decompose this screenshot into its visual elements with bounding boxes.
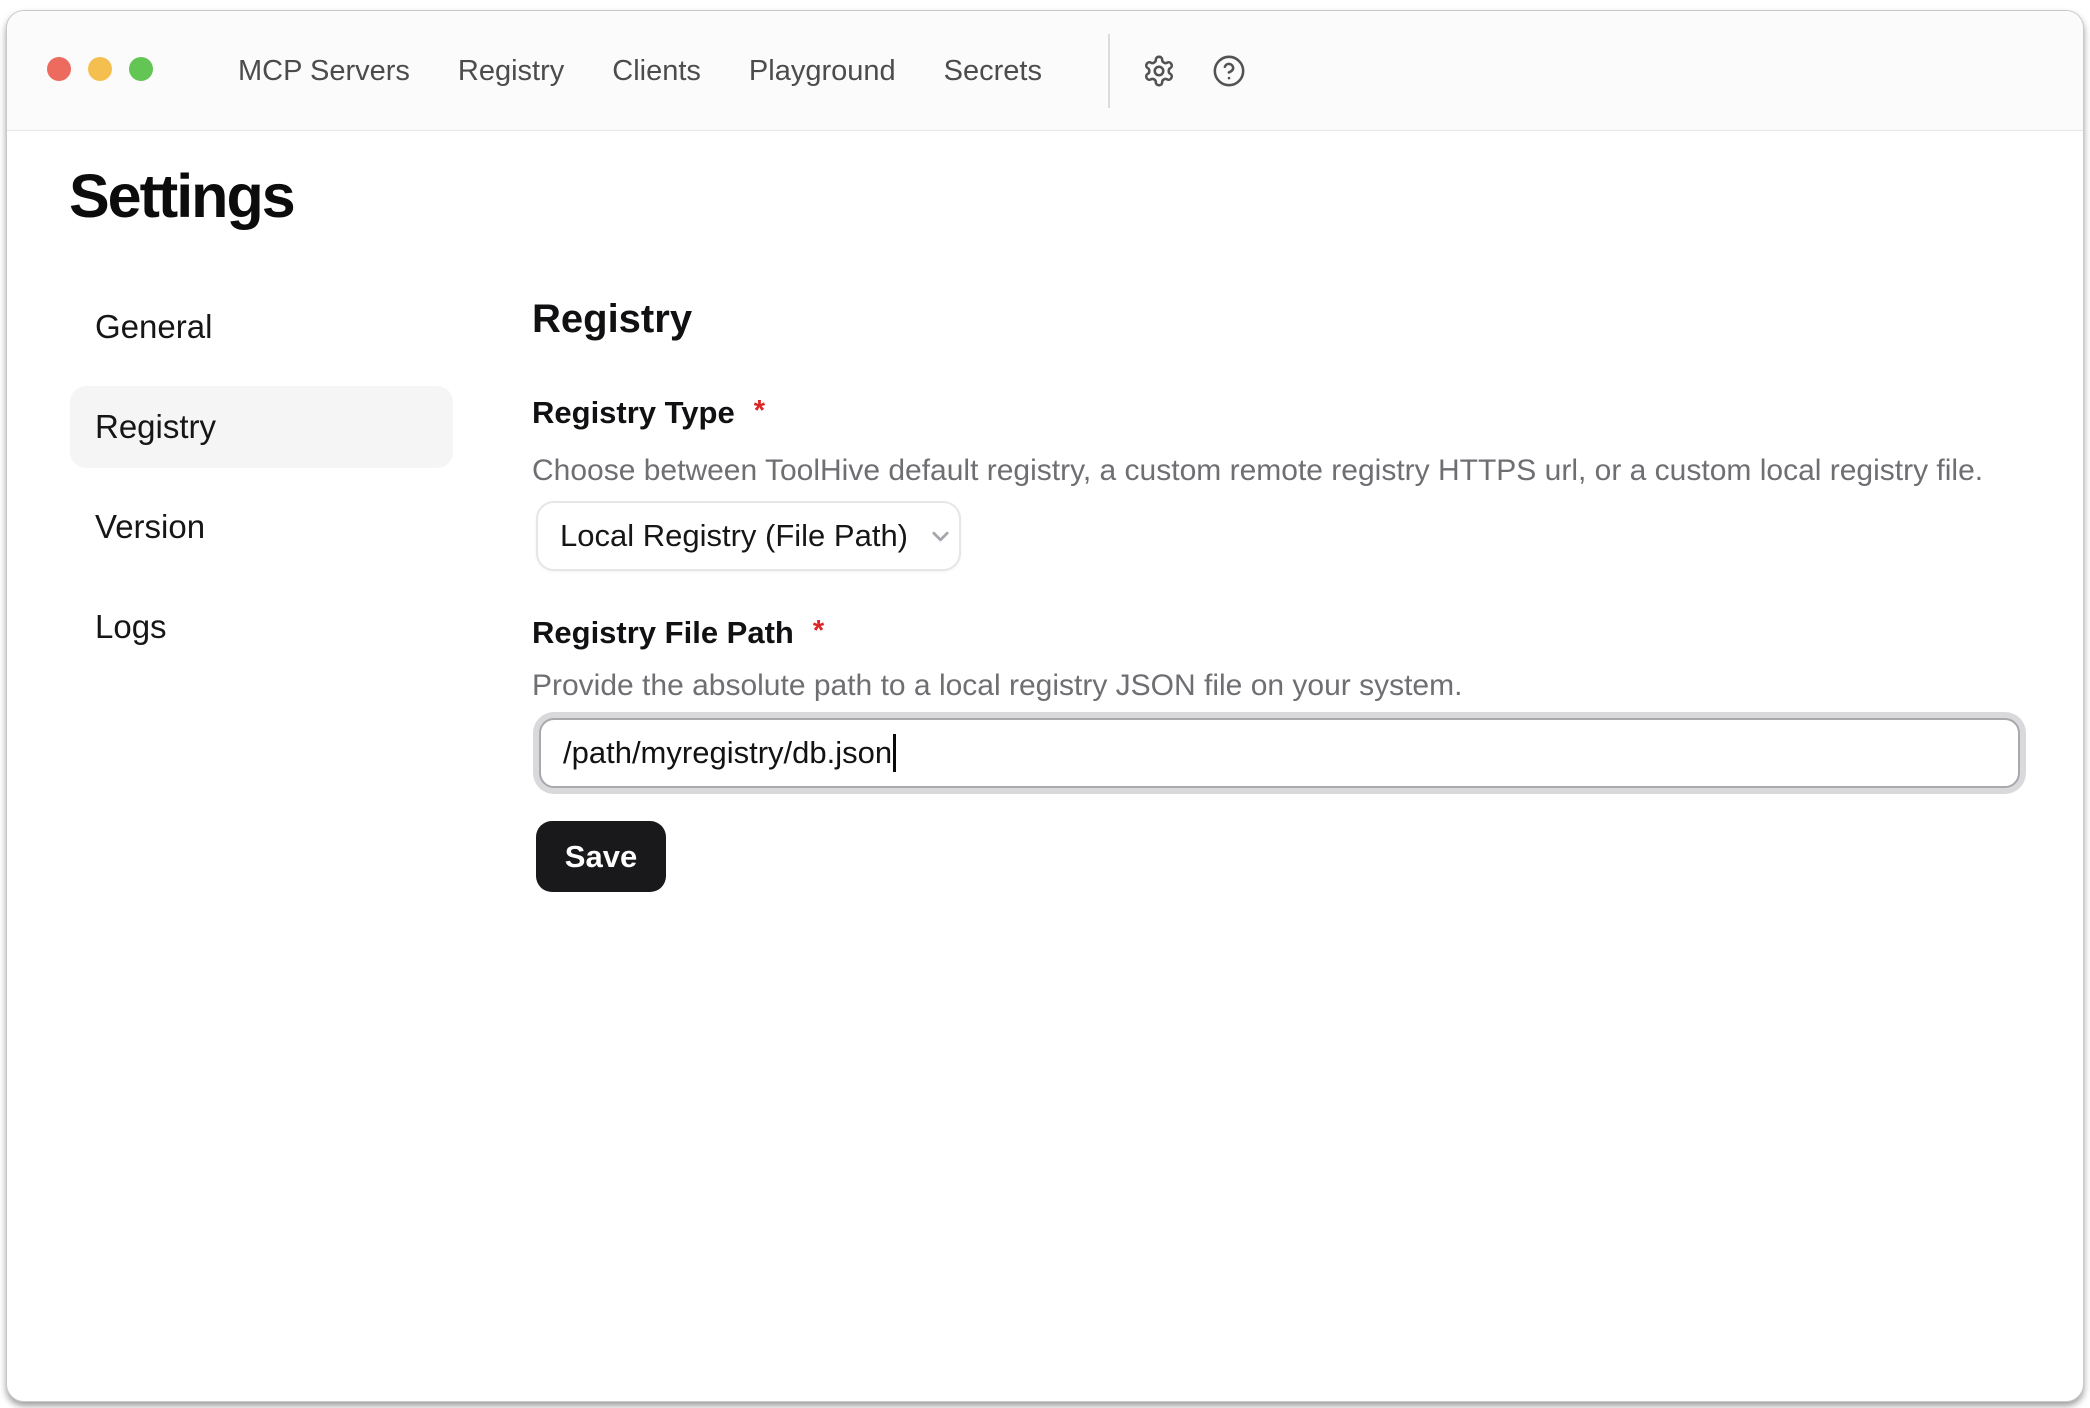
registry-type-selected-value: Local Registry (File Path) [560,518,908,554]
chevron-down-icon [927,523,954,550]
required-asterisk: * [813,615,824,647]
sidebar-item-version[interactable]: Version [70,486,453,568]
input-value: /path/myregistry/db.json [563,735,892,771]
sidebar-item-registry[interactable]: Registry [70,386,453,468]
registry-type-label-text: Registry Type [532,395,735,430]
settings-sidebar: General Registry Version Logs [70,286,453,686]
minimize-button[interactable] [88,57,112,81]
registry-file-path-description: Provide the absolute path to a local reg… [532,667,1462,705]
registry-file-path-input[interactable]: /path/myregistry/db.json [539,718,2020,788]
close-button[interactable] [47,57,71,81]
registry-type-select[interactable]: Local Registry (File Path) [536,501,961,571]
text-caret [893,734,896,772]
traffic-lights [47,57,153,81]
zoom-button[interactable] [129,57,153,81]
registry-file-path-label-text: Registry File Path [532,615,794,650]
registry-file-path-label: Registry File Path * [532,614,824,653]
settings-panel: Registry Registry Type * Choose between T… [532,11,2042,1402]
sidebar-item-logs[interactable]: Logs [70,586,453,668]
save-button[interactable]: Save [536,821,666,892]
page-title: Settings [69,158,294,234]
required-asterisk: * [754,395,765,427]
section-heading: Registry [532,295,692,343]
registry-type-description: Choose between ToolHive default registry… [532,452,1983,490]
sidebar-item-general[interactable]: General [70,286,453,368]
nav-item-mcp-servers[interactable]: MCP Servers [238,55,410,88]
registry-type-label: Registry Type * [532,394,765,433]
app-window: MCP Servers Registry Clients Playground … [6,10,2084,1402]
